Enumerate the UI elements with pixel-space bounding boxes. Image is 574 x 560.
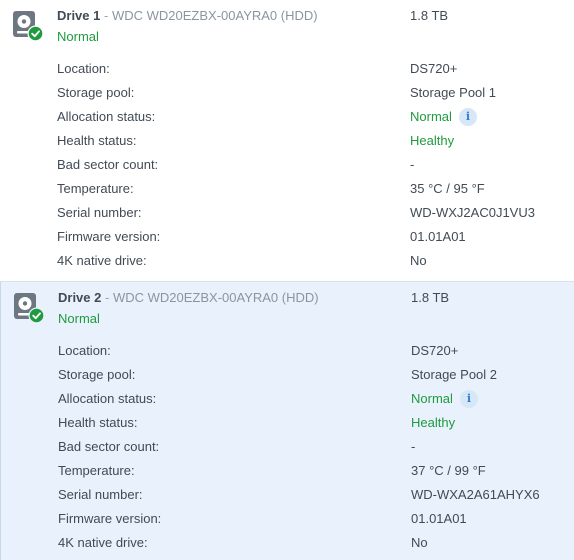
drive-2-panel[interactable]: Drive 2 - WDC WD20EZBX-00AYRA0 (HDD) 1.8… xyxy=(0,282,574,560)
detail-label: Bad sector count: xyxy=(57,157,159,172)
detail-label: Allocation status: xyxy=(58,391,157,406)
detail-label: 4K native drive: xyxy=(58,535,148,550)
drive-status: Normal xyxy=(58,311,100,326)
title-separator: - xyxy=(104,8,109,23)
detail-row-firmware-version: Firmware version: 01.01A01 xyxy=(57,229,567,253)
allocation-status-value: Normal xyxy=(410,109,452,124)
detail-label: Location: xyxy=(58,343,111,358)
detail-value: WD-WXA2A61AHYX6 xyxy=(411,487,540,502)
detail-value: - xyxy=(411,439,416,454)
detail-label: Health status: xyxy=(58,415,138,430)
detail-value: - xyxy=(410,157,415,172)
detail-row-4k-native: 4K native drive: No xyxy=(57,253,567,277)
detail-value: DS720+ xyxy=(411,343,459,358)
detail-label: Serial number: xyxy=(57,205,142,220)
hdd-status-normal-icon xyxy=(13,11,44,42)
detail-label: Bad sector count: xyxy=(58,439,160,454)
detail-row-location: Location: DS720+ xyxy=(57,61,567,85)
detail-row-firmware-version: Firmware version: 01.01A01 xyxy=(58,511,568,535)
detail-value: 35 °C / 95 °F xyxy=(410,181,485,196)
drive-model: WDC WD20EZBX-00AYRA0 (HDD) xyxy=(112,290,319,305)
detail-label: Allocation status: xyxy=(57,109,156,124)
title-separator: - xyxy=(105,290,110,305)
detail-row-4k-native: 4K native drive: No xyxy=(58,535,568,559)
drive-name: Drive 1 xyxy=(57,8,101,23)
detail-row-storage-pool: Storage pool: Storage Pool 2 xyxy=(58,367,568,391)
detail-value: DS720+ xyxy=(410,61,458,76)
detail-row-temperature: Temperature: 35 °C / 95 °F xyxy=(57,181,567,205)
drive-capacity: 1.8 TB xyxy=(410,8,449,23)
info-icon[interactable]: i xyxy=(459,390,478,408)
drive-details: Location: DS720+ Storage pool: Storage P… xyxy=(58,343,568,559)
detail-label: Location: xyxy=(57,61,110,76)
detail-label: Storage pool: xyxy=(57,85,135,100)
detail-row-bad-sector-count: Bad sector count: - xyxy=(57,157,567,181)
detail-value-group: Normal i xyxy=(410,108,477,126)
detail-value-group: Normal i xyxy=(411,390,478,408)
detail-label: Temperature: xyxy=(58,463,135,478)
drive-details: Location: DS720+ Storage pool: Storage P… xyxy=(57,61,567,277)
detail-row-serial-number: Serial number: WD-WXA2A61AHYX6 xyxy=(58,487,568,511)
detail-value: No xyxy=(411,535,428,550)
detail-value: WD-WXJ2AC0J1VU3 xyxy=(410,205,535,220)
drive-status: Normal xyxy=(57,29,99,44)
detail-row-allocation-status: Allocation status: Normal i xyxy=(57,108,567,133)
drive-capacity: 1.8 TB xyxy=(411,290,450,305)
detail-value: Healthy xyxy=(411,415,456,430)
detail-label: 4K native drive: xyxy=(57,253,147,268)
detail-row-bad-sector-count: Bad sector count: - xyxy=(58,439,568,463)
drive-title: Drive 1 - WDC WD20EZBX-00AYRA0 (HDD) xyxy=(57,8,318,24)
drive-1-panel[interactable]: Drive 1 - WDC WD20EZBX-00AYRA0 (HDD) 1.8… xyxy=(0,0,574,282)
detail-row-location: Location: DS720+ xyxy=(58,343,568,367)
detail-value: No xyxy=(410,253,427,268)
detail-label: Firmware version: xyxy=(58,511,162,526)
detail-label: Firmware version: xyxy=(57,229,161,244)
detail-value: 01.01A01 xyxy=(410,229,466,244)
detail-label: Health status: xyxy=(57,133,137,148)
drive-model: WDC WD20EZBX-00AYRA0 (HDD) xyxy=(111,8,318,23)
drive-title: Drive 2 - WDC WD20EZBX-00AYRA0 (HDD) xyxy=(58,290,319,306)
detail-row-allocation-status: Allocation status: Normal i xyxy=(58,390,568,415)
detail-label: Storage pool: xyxy=(58,367,136,382)
detail-value: Storage Pool 1 xyxy=(410,85,497,100)
detail-value: Storage Pool 2 xyxy=(411,367,498,382)
detail-row-health-status: Health status: Healthy xyxy=(57,133,567,157)
detail-label: Serial number: xyxy=(58,487,143,502)
drive-name: Drive 2 xyxy=(58,290,102,305)
info-icon[interactable]: i xyxy=(458,108,477,126)
detail-row-serial-number: Serial number: WD-WXJ2AC0J1VU3 xyxy=(57,205,567,229)
detail-value: 01.01A01 xyxy=(411,511,467,526)
hdd-status-normal-icon xyxy=(14,293,45,324)
detail-label: Temperature: xyxy=(57,181,134,196)
detail-row-health-status: Health status: Healthy xyxy=(58,415,568,439)
detail-value: Healthy xyxy=(410,133,455,148)
detail-value: 37 °C / 99 °F xyxy=(411,463,486,478)
detail-row-temperature: Temperature: 37 °C / 99 °F xyxy=(58,463,568,487)
detail-row-storage-pool: Storage pool: Storage Pool 1 xyxy=(57,85,567,109)
allocation-status-value: Normal xyxy=(411,391,453,406)
